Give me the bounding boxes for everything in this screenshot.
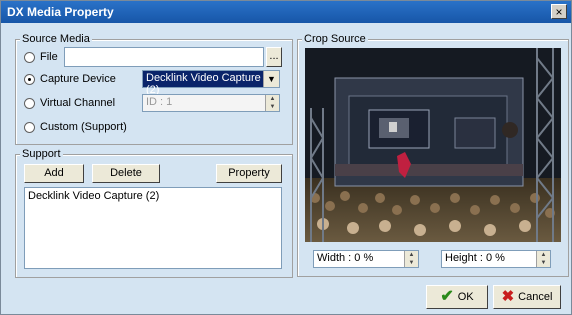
- window-title: DX Media Property: [7, 5, 114, 19]
- source-media-group: Source Media File ... Capture Device Dec…: [15, 33, 293, 145]
- virtual-channel-label: Virtual Channel: [40, 97, 116, 109]
- video-preview: [305, 48, 561, 242]
- custom-support-label: Custom (Support): [40, 121, 127, 133]
- capture-device-value: Decklink Video Capture (2): [146, 72, 261, 96]
- support-group: Support Add Delete Property Decklink Vid…: [15, 148, 293, 278]
- custom-support-radio-button[interactable]: [24, 121, 35, 133]
- property-button[interactable]: Property: [216, 164, 282, 183]
- custom-support-radio[interactable]: Custom (Support): [24, 119, 127, 135]
- close-button[interactable]: ×: [551, 4, 567, 19]
- file-radio-label: File: [40, 51, 58, 63]
- video-frame-image: [305, 48, 561, 242]
- delete-button[interactable]: Delete: [92, 164, 160, 183]
- crop-height-value: Height : 0 %: [445, 252, 505, 264]
- crop-source-legend: Crop Source: [302, 33, 368, 45]
- cancel-button-label: Cancel: [518, 291, 553, 303]
- crop-height-input[interactable]: Height : 0 % ▲ ▼: [441, 250, 551, 268]
- dialog-window: DX Media Property × Source Media File ..…: [0, 0, 572, 315]
- crop-width-input[interactable]: Width : 0 % ▲ ▼: [313, 250, 419, 268]
- spin-arrows-icon[interactable]: ▲ ▼: [404, 251, 418, 267]
- spin-arrows-icon[interactable]: ▲ ▼: [265, 95, 279, 111]
- file-path-input[interactable]: [64, 47, 264, 67]
- support-listbox[interactable]: Decklink Video Capture (2): [24, 187, 282, 269]
- virtual-channel-id-value: ID : 1: [146, 96, 173, 108]
- file-radio-button[interactable]: [24, 51, 35, 63]
- virtual-channel-radio-button[interactable]: [24, 97, 35, 109]
- add-button[interactable]: Add: [24, 164, 84, 183]
- ok-button[interactable]: ✔ OK: [426, 285, 488, 309]
- capture-device-select[interactable]: Decklink Video Capture (2) ▼: [142, 70, 280, 96]
- x-icon: ✖: [501, 288, 515, 305]
- title-bar: DX Media Property ×: [1, 1, 571, 23]
- browse-button[interactable]: ...: [266, 47, 282, 67]
- capture-device-radio-button[interactable]: [24, 73, 35, 85]
- capture-device-label: Capture Device: [40, 73, 116, 85]
- checkmark-icon: ✔: [440, 288, 454, 305]
- virtual-channel-radio[interactable]: Virtual Channel: [24, 95, 115, 111]
- file-radio[interactable]: File: [24, 49, 58, 65]
- close-icon: ×: [555, 5, 563, 19]
- capture-device-radio[interactable]: Capture Device: [24, 71, 116, 87]
- crop-width-value: Width : 0 %: [317, 252, 374, 264]
- spin-arrows-icon[interactable]: ▲ ▼: [536, 251, 550, 267]
- ok-button-label: OK: [457, 291, 474, 303]
- cancel-button[interactable]: ✖ Cancel: [493, 285, 561, 309]
- list-item[interactable]: Decklink Video Capture (2): [28, 190, 278, 202]
- source-media-legend: Source Media: [20, 33, 92, 45]
- support-legend: Support: [20, 148, 63, 160]
- chevron-down-icon[interactable]: ▼: [263, 71, 279, 87]
- virtual-channel-id-input[interactable]: ID : 1 ▲ ▼: [142, 94, 280, 112]
